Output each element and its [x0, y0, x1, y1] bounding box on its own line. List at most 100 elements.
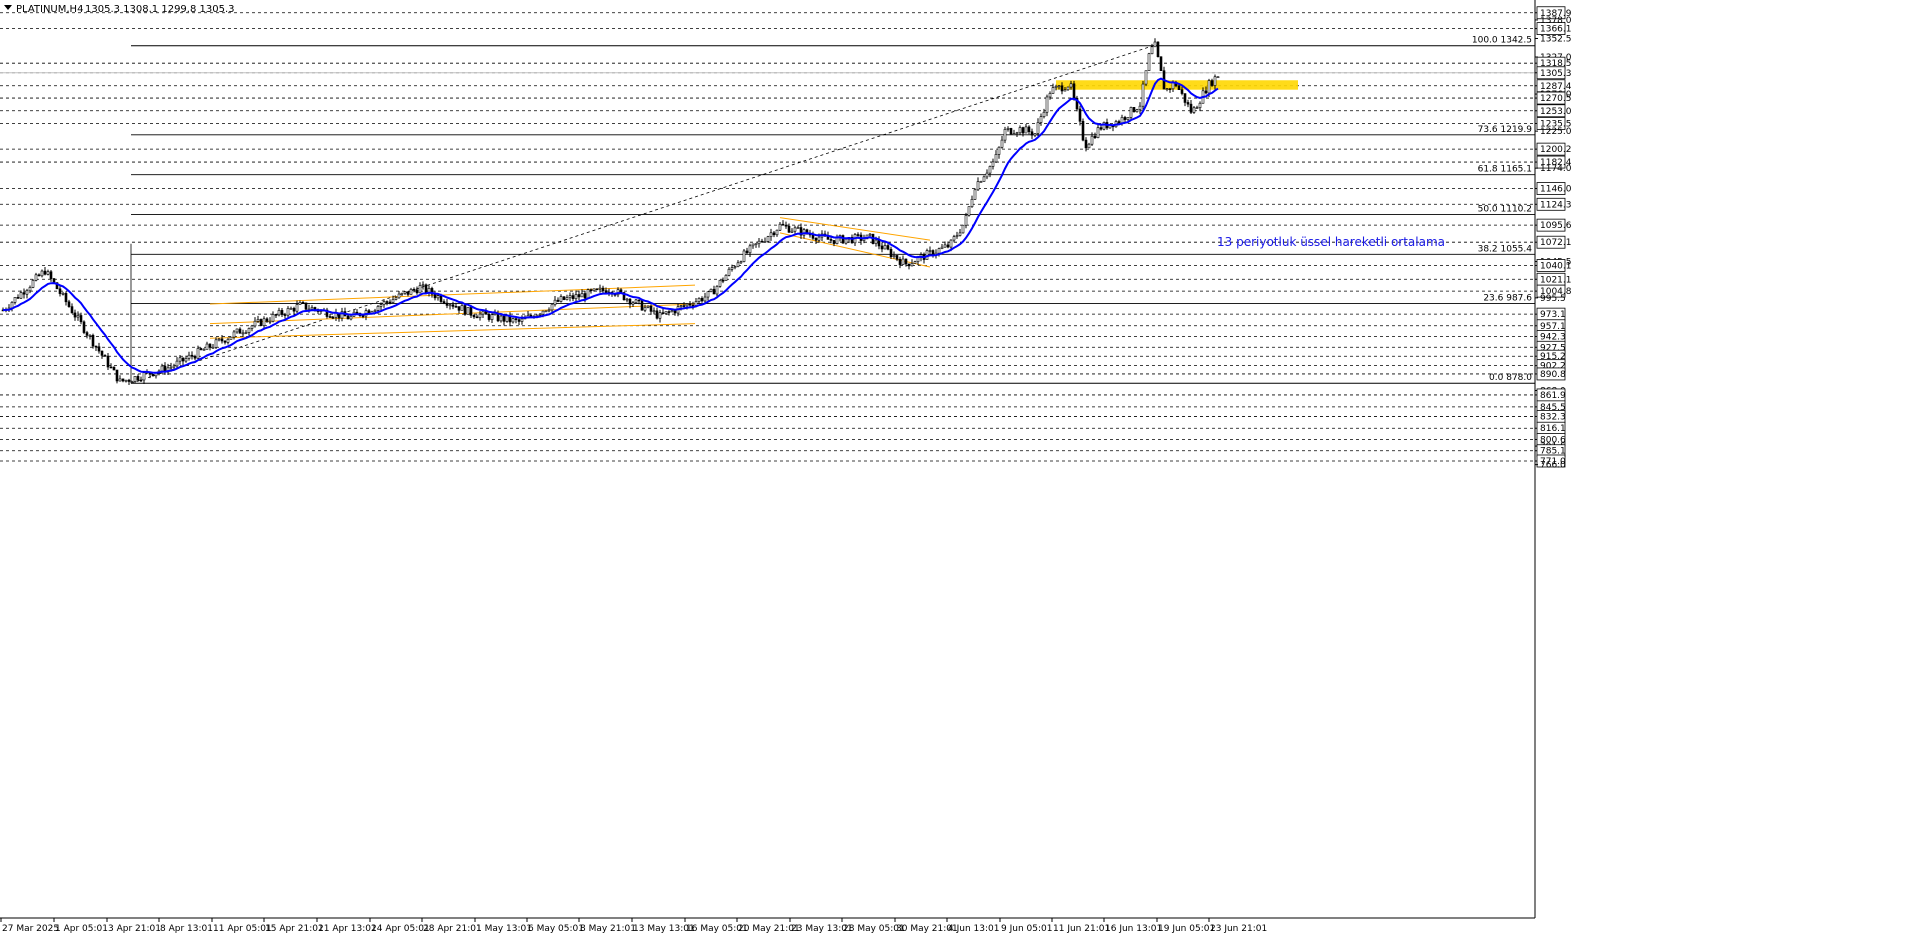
candle-body: [517, 319, 521, 322]
candle-body: [586, 289, 590, 299]
price-label: 832.3: [1540, 412, 1566, 422]
candle-body: [1054, 86, 1058, 88]
candle-body: [502, 315, 506, 322]
price-label: 1124.3: [1540, 200, 1572, 210]
candle-body: [787, 225, 791, 233]
candle-body: [1153, 41, 1157, 48]
candle-body: [766, 236, 770, 242]
candle-body: [208, 343, 212, 348]
candle-body: [298, 302, 302, 305]
candle-body: [748, 245, 752, 254]
candle-body: [268, 320, 272, 323]
candle-body: [745, 250, 749, 254]
candle-body: [727, 268, 731, 276]
candle-body: [1033, 133, 1037, 136]
price-label: 1095.6: [1540, 221, 1572, 231]
time-label: 28 Apr 21:01: [423, 924, 482, 934]
candle-body: [841, 235, 845, 244]
candle-body: [472, 315, 476, 318]
collapse-triangle-icon[interactable]: [4, 5, 12, 10]
candle-body: [1009, 128, 1013, 135]
candle-body: [202, 349, 206, 351]
channel-line: [209, 284, 696, 305]
candle-body: [1147, 53, 1151, 72]
candle-body: [760, 240, 764, 243]
candle-body: [25, 290, 29, 295]
candle-body: [451, 304, 455, 307]
candle-body: [883, 245, 887, 250]
ema-13-line: [2, 77, 1219, 374]
candle-body: [961, 224, 965, 234]
candle-body: [295, 304, 299, 312]
candle-body: [1060, 85, 1064, 92]
candle-body: [1129, 107, 1133, 118]
candle-body: [73, 312, 77, 318]
candle-body: [1081, 120, 1085, 141]
candle-body: [664, 311, 668, 314]
time-label: 4 Jun 13:01: [948, 924, 999, 934]
ema-line: [2, 77, 1219, 374]
candle-body: [190, 354, 194, 357]
candle-body: [349, 315, 353, 320]
candle-body: [781, 223, 785, 226]
price-chart[interactable]: 100.0 1342.5 73.6 1219.9 61.8 1165.1 50.0 1…: [0, 0, 1916, 936]
price-label: 1072.1: [1540, 238, 1572, 248]
candle-body: [667, 311, 671, 313]
candle-body: [1057, 85, 1061, 88]
candle-body: [28, 287, 32, 292]
candle-body: [784, 224, 788, 227]
candle-body: [1024, 126, 1028, 134]
candle-body: [331, 316, 335, 319]
fib-label: 0.0 878.0: [1489, 373, 1532, 383]
candle-body: [1003, 129, 1007, 141]
candle-body: [739, 261, 743, 264]
candle-body: [1213, 76, 1217, 86]
candle-body: [736, 262, 740, 267]
candle-body: [1168, 88, 1172, 91]
candle-body: [382, 301, 386, 305]
candle-body: [640, 300, 644, 311]
candle-body: [709, 288, 713, 293]
ema-annotation: 13 periyotluk üssel hareketli ortalama: [1217, 235, 1445, 249]
time-label: 23 Jun 21:01: [1210, 924, 1267, 934]
candle-body: [574, 294, 578, 299]
candle-body: [13, 297, 17, 303]
candle-body: [403, 291, 407, 294]
candle-body: [124, 379, 128, 382]
candle-body: [259, 319, 263, 326]
time-label: 1 Apr 05:01: [55, 924, 108, 934]
candle-body: [895, 255, 899, 260]
candle-body: [1030, 131, 1034, 136]
candle-body: [139, 379, 143, 382]
candle-body: [457, 306, 461, 311]
time-label: 21 Apr 13:01: [318, 924, 377, 934]
candle-body: [424, 284, 428, 294]
candle-body: [967, 206, 971, 216]
candle-body: [778, 223, 782, 231]
candle-body: [715, 286, 719, 295]
candle-body: [982, 176, 986, 182]
candle-body: [1093, 135, 1097, 138]
candle-body: [1000, 139, 1004, 148]
candle-body: [631, 302, 635, 305]
candle-body: [880, 245, 884, 250]
price-label: 890.8: [1540, 370, 1566, 380]
candle-body: [556, 299, 560, 302]
candle-body: [1189, 103, 1193, 113]
candle-body: [1039, 116, 1043, 123]
time-label: 8 Apr 13:01: [160, 924, 213, 934]
candle-body: [475, 316, 479, 319]
candle-body: [283, 314, 287, 316]
price-label: 1200.2: [1540, 145, 1572, 155]
candle-body: [277, 310, 281, 316]
price-axis: 1387.91378.01366.11352.51327.01318.51305…: [1535, 6, 1572, 471]
candle-body: [718, 279, 722, 287]
candle-body: [64, 293, 68, 303]
candle-body: [184, 358, 188, 362]
time-label: 11 Jun 21:01: [1053, 924, 1110, 934]
candle-body: [1198, 102, 1202, 108]
candle-body: [538, 313, 542, 316]
candle-body: [511, 318, 515, 323]
price-label: 1040.1: [1540, 261, 1572, 271]
candle-body: [520, 318, 524, 322]
